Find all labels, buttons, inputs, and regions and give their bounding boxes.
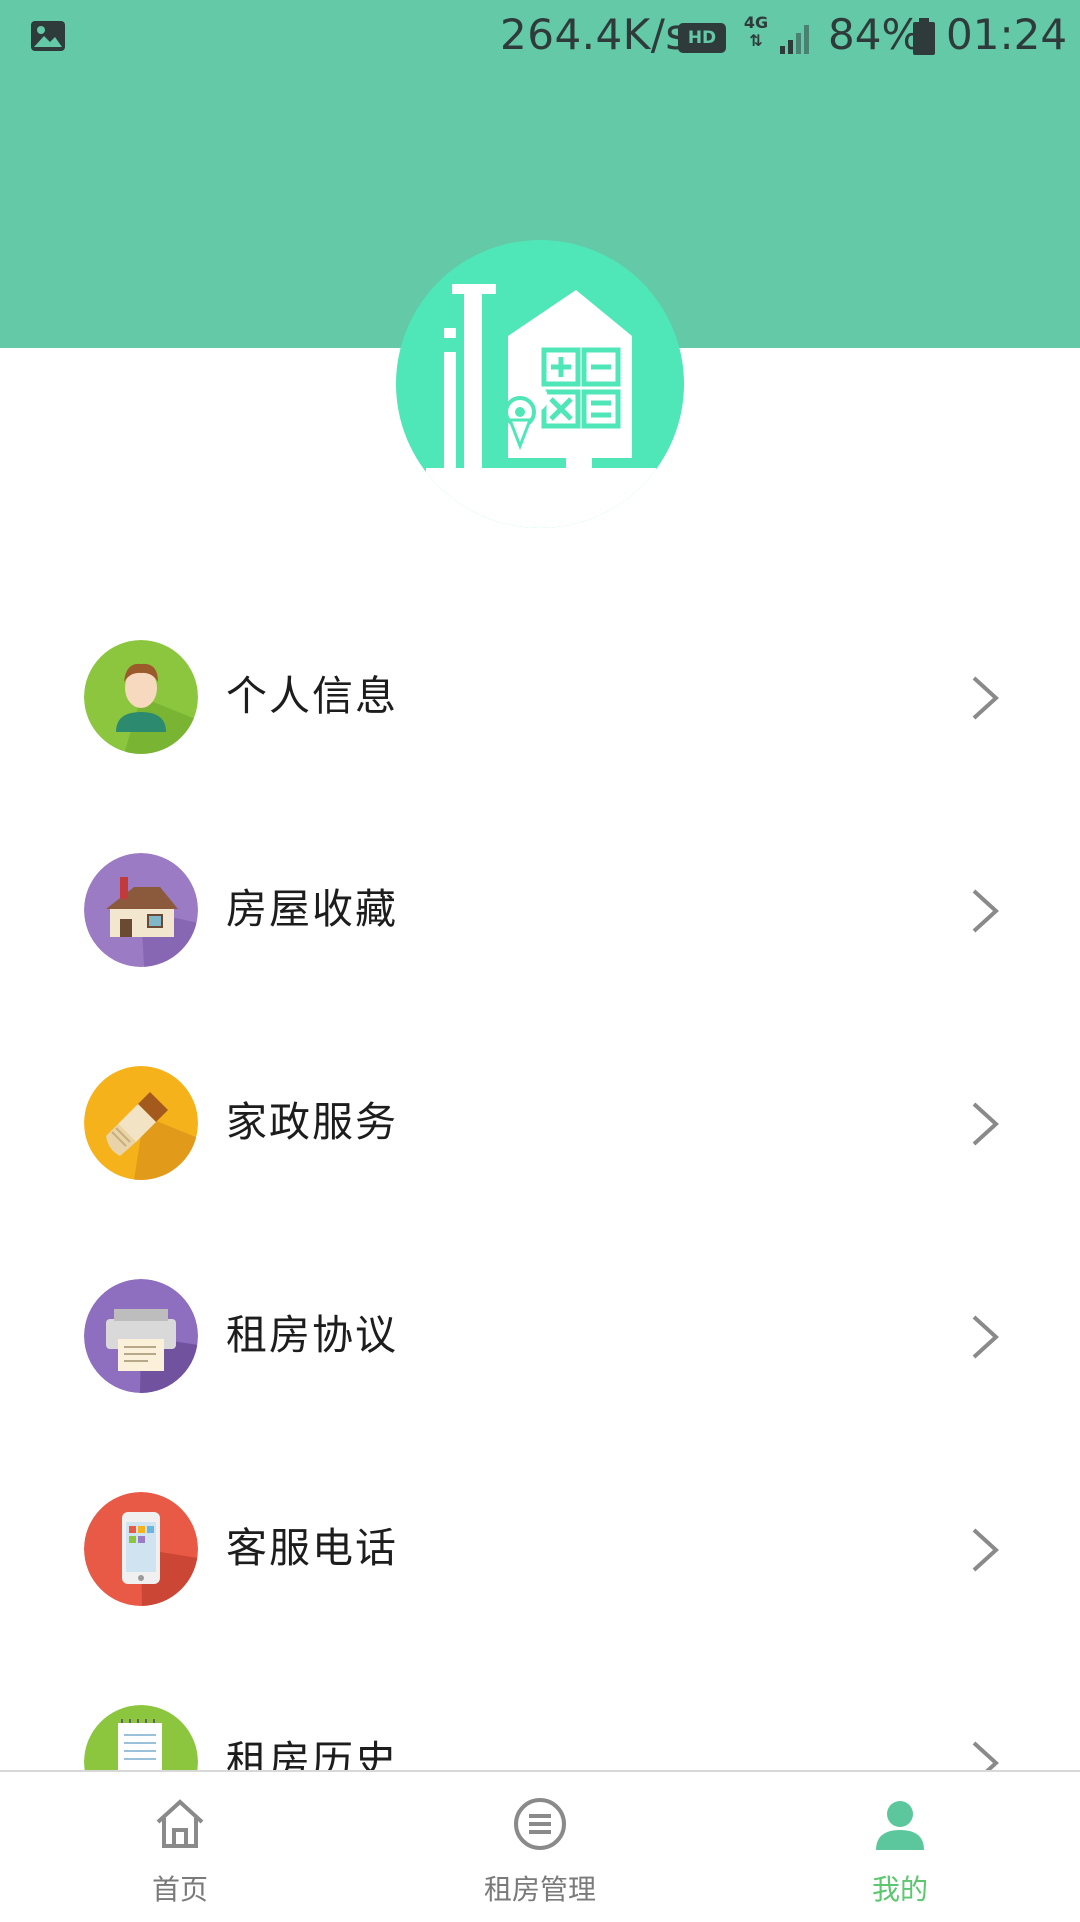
tab-mine[interactable]: 我的 — [800, 1772, 1000, 1922]
menu-item-housekeeping-service[interactable]: 家政服务 — [0, 1016, 1080, 1229]
house-icon — [84, 853, 198, 967]
bottom-tab-bar: 首页 租房管理 我的 — [0, 1770, 1080, 1922]
chevron-right-icon — [972, 676, 999, 720]
tab-rental-management[interactable]: 租房管理 — [440, 1772, 640, 1922]
tab-label: 我的 — [871, 1873, 928, 1906]
printer-icon — [84, 1279, 198, 1393]
network-type: 4G ⇅ — [743, 13, 769, 50]
menu-item-customer-service-phone[interactable]: 客服电话 — [0, 1442, 1080, 1655]
app-logo — [396, 240, 684, 528]
chevron-right-icon — [972, 1528, 999, 1572]
paint-brush-icon — [84, 1066, 198, 1180]
network-type-label: 4G — [743, 13, 769, 32]
tab-label: 首页 — [151, 1873, 208, 1906]
clock: 01:24 — [946, 10, 1068, 59]
gallery-notification-icon — [31, 21, 65, 51]
mobile-phone-icon — [84, 1492, 198, 1606]
tab-home[interactable]: 首页 — [80, 1772, 280, 1922]
tab-label: 租房管理 — [483, 1873, 596, 1906]
hd-badge: HD — [678, 23, 726, 53]
menu-label: 客服电话 — [226, 1524, 398, 1572]
list-icon — [514, 1798, 566, 1850]
battery-icon — [913, 18, 935, 55]
menu-item-rental-agreement[interactable]: 租房协议 — [0, 1229, 1080, 1442]
status-bar: 264.4K/s HD 4G ⇅ 84% 01:24 — [0, 0, 1080, 76]
profile-icon — [876, 1801, 924, 1850]
chevron-right-icon — [972, 1102, 999, 1146]
home-icon — [156, 1799, 204, 1848]
building-logo-icon — [426, 284, 656, 528]
menu-label: 家政服务 — [226, 1098, 398, 1146]
menu-item-house-favorites[interactable]: 房屋收藏 — [0, 803, 1080, 1016]
menu-label: 个人信息 — [226, 672, 398, 720]
menu-item-personal-info[interactable]: 个人信息 — [0, 590, 1080, 803]
user-avatar-icon — [84, 640, 198, 754]
chevron-right-icon — [972, 889, 999, 933]
signal-icon — [780, 25, 809, 54]
menu-label: 房屋收藏 — [226, 885, 398, 933]
battery-percentage: 84% — [828, 10, 922, 59]
chevron-right-icon — [972, 1315, 999, 1359]
network-speed: 264.4K/s — [500, 10, 688, 59]
menu-label: 租房协议 — [226, 1311, 398, 1359]
